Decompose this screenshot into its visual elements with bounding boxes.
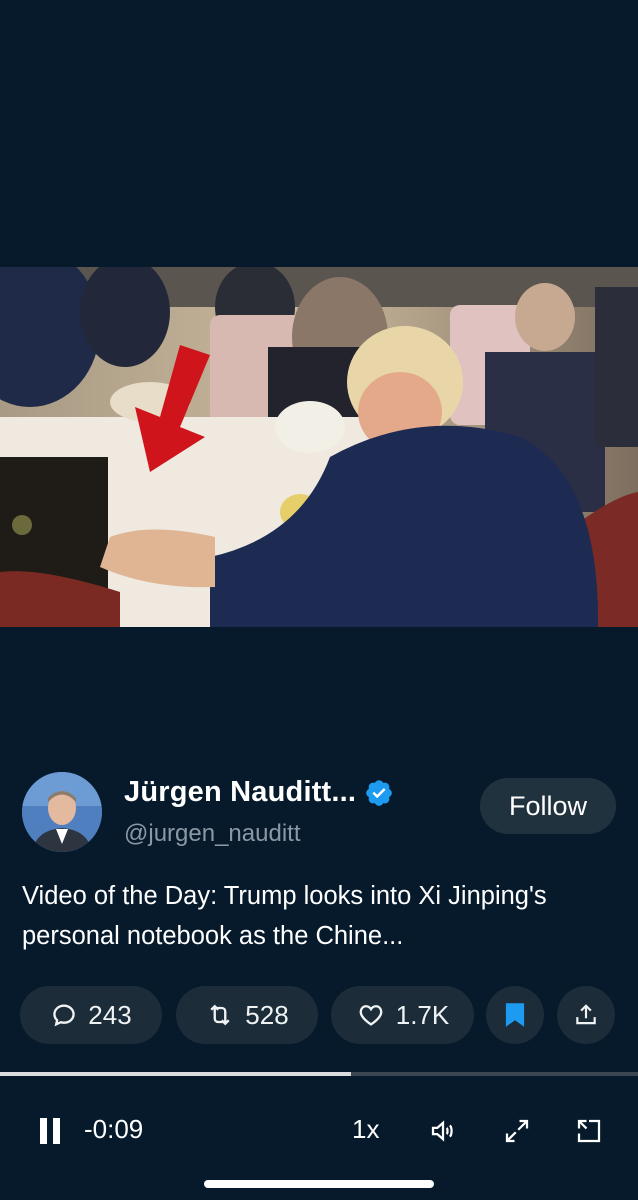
bookmark-button[interactable] — [486, 986, 544, 1044]
retweet-button[interactable]: 528 — [176, 986, 318, 1044]
playback-speed-button[interactable]: 1x — [352, 1114, 379, 1145]
author-name-row: Jürgen Nauditt... — [124, 776, 394, 809]
home-indicator — [204, 1180, 434, 1188]
video-progress-bar[interactable] — [0, 1072, 638, 1076]
reply-icon — [53, 1004, 76, 1027]
heart-icon — [359, 1005, 383, 1026]
retweet-icon — [210, 1004, 230, 1026]
like-button[interactable]: 1.7K — [331, 986, 474, 1044]
pause-icon[interactable] — [38, 1118, 62, 1144]
author-row: Jürgen Nauditt... @jurgen_nauditt Follow — [22, 770, 622, 856]
reply-button[interactable]: 243 — [20, 986, 162, 1044]
volume-icon[interactable] — [428, 1116, 458, 1146]
video-frame[interactable] — [0, 267, 638, 627]
share-button[interactable] — [557, 986, 615, 1044]
player-controls: -0:09 1x — [0, 1106, 638, 1156]
verified-badge-icon — [366, 779, 392, 806]
like-count: 1.7K — [395, 999, 450, 1030]
tweet-text[interactable]: Video of the Day: Trump looks into Xi Ji… — [22, 876, 622, 956]
avatar[interactable] — [22, 772, 102, 852]
share-icon — [576, 1004, 596, 1025]
fullscreen-icon[interactable] — [502, 1116, 532, 1146]
follow-button[interactable]: Follow — [480, 778, 616, 834]
retweet-count: 528 — [245, 999, 289, 1030]
author-handle[interactable]: @jurgen_nauditt — [124, 820, 300, 848]
time-remaining: -0:09 — [84, 1114, 144, 1144]
video-image — [0, 267, 638, 627]
author-name[interactable]: Jürgen Nauditt... — [124, 776, 356, 809]
action-bar: 243 528 1.7K — [20, 986, 620, 1044]
bookmark-icon — [505, 1003, 525, 1027]
video-progress-fill — [0, 1072, 351, 1076]
pip-icon[interactable] — [574, 1116, 604, 1146]
reply-count: 243 — [88, 999, 132, 1030]
